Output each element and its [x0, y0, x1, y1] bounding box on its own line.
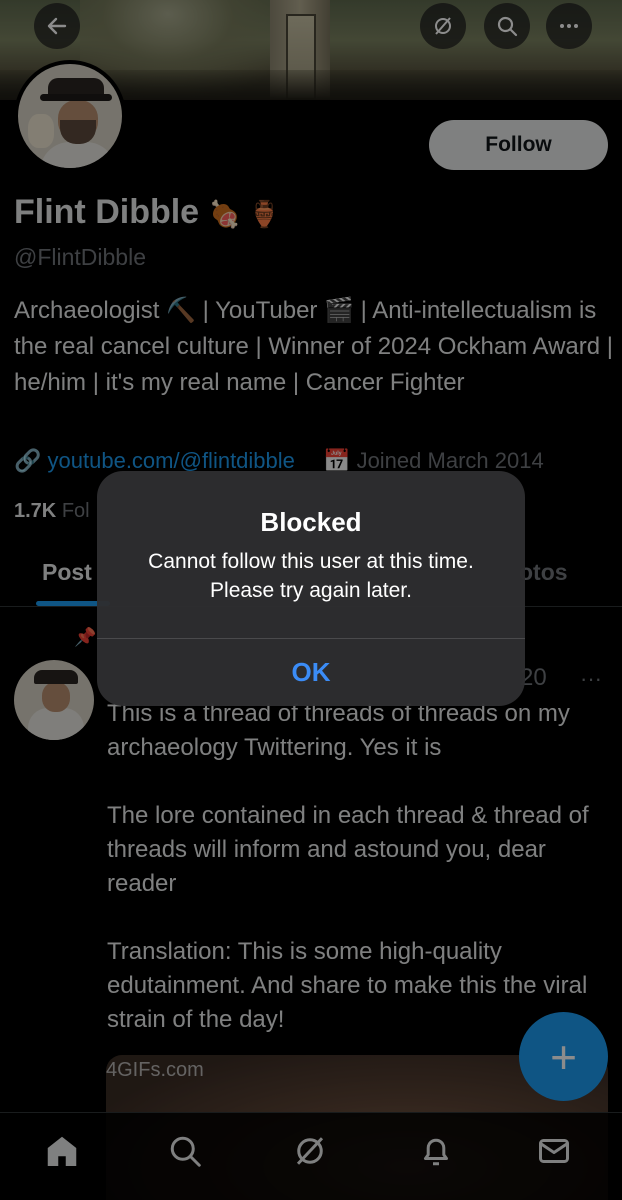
alert-title: Blocked: [260, 507, 362, 537]
alert-ok-button[interactable]: OK: [97, 639, 525, 706]
alert-message: Cannot follow this user at this time. Pl…: [148, 550, 474, 602]
blocked-alert-dialog: Blocked Cannot follow this user at this …: [97, 471, 525, 706]
